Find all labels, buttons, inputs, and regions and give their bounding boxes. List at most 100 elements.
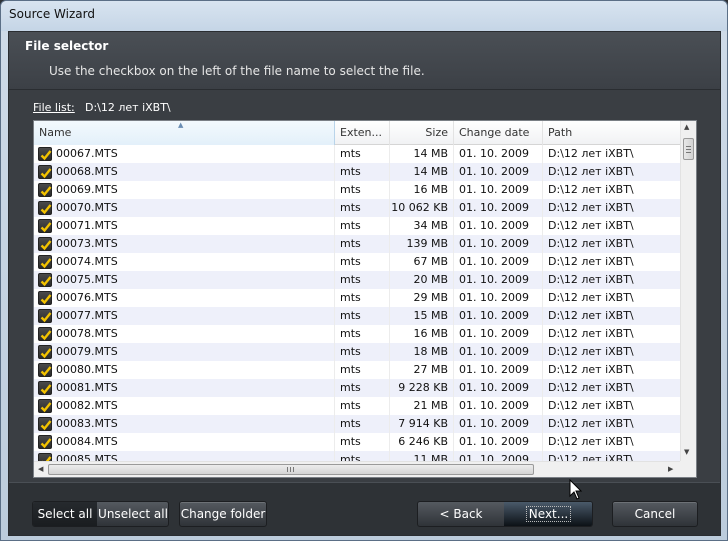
table-row[interactable]: 00071.MTS mts 34 MB 01. 10. 2009 D:\12 лет i… — [34, 217, 680, 235]
table-row[interactable]: 00084.MTS mts 6 246 KB 01. 10. 2009 D:\12 ле… — [34, 433, 680, 451]
file-name: 00078.MTS — [56, 327, 118, 340]
file-path: D:\12 лет iXBT\ — [548, 273, 634, 286]
column-header-path[interactable]: Path — [543, 121, 680, 145]
wizard-footer: Select all Unselect all Change folder < … — [9, 482, 720, 535]
file-path: D:\12 лет iXBT\ — [548, 237, 634, 250]
title-bar: Source Wizard — [1, 1, 727, 31]
file-name: 00083.MTS — [56, 417, 118, 430]
file-list-view[interactable]: ▲ Name Exten... Size Change date Path 00… — [33, 120, 697, 478]
file-checkbox[interactable] — [38, 453, 52, 461]
change-folder-button[interactable]: Change folder — [179, 501, 267, 527]
table-row[interactable]: 00075.MTS mts 20 MB 01. 10. 2009 D:\12 лет i… — [34, 271, 680, 289]
file-checkbox[interactable] — [38, 273, 52, 287]
file-checkbox[interactable] — [38, 255, 52, 269]
checkmark-icon — [40, 294, 52, 305]
column-header-change-date[interactable]: Change date — [454, 121, 543, 145]
file-extension: mts — [335, 397, 390, 415]
file-change-date: 01. 10. 2009 — [454, 235, 543, 253]
horizontal-scroll-thumb[interactable] — [48, 464, 534, 475]
file-size: 34 MB — [390, 217, 454, 235]
table-row[interactable]: 00082.MTS mts 21 MB 01. 10. 2009 D:\12 лет i… — [34, 397, 680, 415]
table-row[interactable]: 00078.MTS mts 16 MB 01. 10. 2009 D:\12 лет i… — [34, 325, 680, 343]
file-path: D:\12 лет iXBT\ — [548, 417, 634, 430]
column-header-size[interactable]: Size — [390, 121, 454, 145]
file-extension: mts — [335, 181, 390, 199]
table-row[interactable]: 00079.MTS mts 18 MB 01. 10. 2009 D:\12 лет i… — [34, 343, 680, 361]
column-header-name[interactable]: ▲ Name — [34, 121, 335, 145]
scrollbar-corner — [680, 461, 696, 477]
file-name-cell: 00076.MTS — [34, 289, 335, 307]
file-change-date: 01. 10. 2009 — [454, 145, 543, 163]
file-extension: mts — [335, 199, 390, 217]
scroll-right-icon[interactable]: ▶ — [668, 465, 673, 473]
file-checkbox[interactable] — [38, 291, 52, 305]
file-path: D:\12 лет iXBT\ — [548, 219, 634, 232]
scroll-up-icon[interactable]: ▲ — [684, 123, 689, 131]
mouse-cursor-icon — [569, 479, 583, 500]
table-row[interactable]: 00081.MTS mts 9 228 KB 01. 10. 2009 D:\12 ле… — [34, 379, 680, 397]
file-checkbox[interactable] — [38, 417, 52, 431]
file-change-date: 01. 10. 2009 — [454, 307, 543, 325]
file-checkbox[interactable] — [38, 327, 52, 341]
file-checkbox[interactable] — [38, 363, 52, 377]
file-checkbox[interactable] — [38, 237, 52, 251]
table-row[interactable]: 00085.MTS mts 11 MB 01. 10. 2009 D:\12 лет i… — [34, 451, 680, 461]
file-checkbox[interactable] — [38, 399, 52, 413]
file-name-cell: 00067.MTS — [34, 145, 335, 163]
scroll-down-icon[interactable]: ▼ — [684, 448, 689, 456]
file-name: 00071.MTS — [56, 219, 118, 232]
checkmark-icon — [40, 348, 52, 359]
file-extension: mts — [335, 433, 390, 451]
file-rows: 00067.MTS mts 14 MB 01. 10. 2009 D:\12 лет i… — [34, 145, 680, 461]
table-row[interactable]: 00083.MTS mts 7 914 KB 01. 10. 2009 D:\12 ле… — [34, 415, 680, 433]
file-extension: mts — [335, 451, 390, 461]
file-name: 00081.MTS — [56, 381, 118, 394]
select-all-button[interactable]: Select all — [33, 502, 97, 526]
checkmark-icon — [40, 240, 52, 251]
back-button[interactable]: < Back — [418, 502, 504, 526]
file-checkbox[interactable] — [38, 435, 52, 449]
checkmark-icon — [40, 312, 52, 323]
file-size: 7 914 KB — [390, 415, 454, 433]
file-size: 27 MB — [390, 361, 454, 379]
file-checkbox[interactable] — [38, 381, 52, 395]
file-path: D:\12 лет iXBT\ — [548, 147, 634, 160]
table-row[interactable]: 00067.MTS mts 14 MB 01. 10. 2009 D:\12 лет i… — [34, 145, 680, 163]
file-name-cell: 00084.MTS — [34, 433, 335, 451]
table-row[interactable]: 00069.MTS mts 16 MB 01. 10. 2009 D:\12 лет i… — [34, 181, 680, 199]
file-name-cell: 00069.MTS — [34, 181, 335, 199]
scroll-left-icon[interactable]: ◀ — [38, 465, 43, 473]
file-path: D:\12 лет iXBT\ — [548, 291, 634, 304]
file-checkbox[interactable] — [38, 219, 52, 233]
file-checkbox[interactable] — [38, 201, 52, 215]
unselect-all-button[interactable]: Unselect all — [97, 502, 168, 526]
table-row[interactable]: 00077.MTS mts 15 MB 01. 10. 2009 D:\12 лет i… — [34, 307, 680, 325]
file-name-cell: 00077.MTS — [34, 307, 335, 325]
file-checkbox[interactable] — [38, 165, 52, 179]
file-checkbox[interactable] — [38, 309, 52, 323]
table-row[interactable]: 00076.MTS mts 29 MB 01. 10. 2009 D:\12 лет i… — [34, 289, 680, 307]
file-name: 00075.MTS — [56, 273, 118, 286]
horizontal-scrollbar[interactable]: ◀ ▶ — [34, 461, 680, 477]
file-name: 00080.MTS — [56, 363, 118, 376]
cancel-button[interactable]: Cancel — [612, 501, 698, 527]
file-path: D:\12 лет iXBT\ — [548, 183, 634, 196]
column-header-extension[interactable]: Exten... — [335, 121, 390, 145]
vertical-scrollbar[interactable]: ▲ ▼ — [680, 121, 696, 461]
step-title: File selector — [25, 39, 109, 53]
vertical-scroll-thumb[interactable] — [683, 138, 694, 160]
file-extension: mts — [335, 379, 390, 397]
file-size: 14 MB — [390, 145, 454, 163]
table-row[interactable]: 00080.MTS mts 27 MB 01. 10. 2009 D:\12 лет i… — [34, 361, 680, 379]
file-checkbox[interactable] — [38, 345, 52, 359]
file-name: 00082.MTS — [56, 399, 118, 412]
table-row[interactable]: 00074.MTS mts 67 MB 01. 10. 2009 D:\12 лет i… — [34, 253, 680, 271]
table-row[interactable]: 00070.MTS mts 10 062 KB 01. 10. 2009 D:\12 л… — [34, 199, 680, 217]
table-row[interactable]: 00073.MTS mts 139 MB 01. 10. 2009 D:\12 лет … — [34, 235, 680, 253]
file-checkbox[interactable] — [38, 183, 52, 197]
next-button[interactable]: Next... — [504, 502, 592, 526]
table-row[interactable]: 00068.MTS mts 14 MB 01. 10. 2009 D:\12 лет i… — [34, 163, 680, 181]
file-checkbox[interactable] — [38, 147, 52, 161]
file-size: 29 MB — [390, 289, 454, 307]
file-extension: mts — [335, 289, 390, 307]
